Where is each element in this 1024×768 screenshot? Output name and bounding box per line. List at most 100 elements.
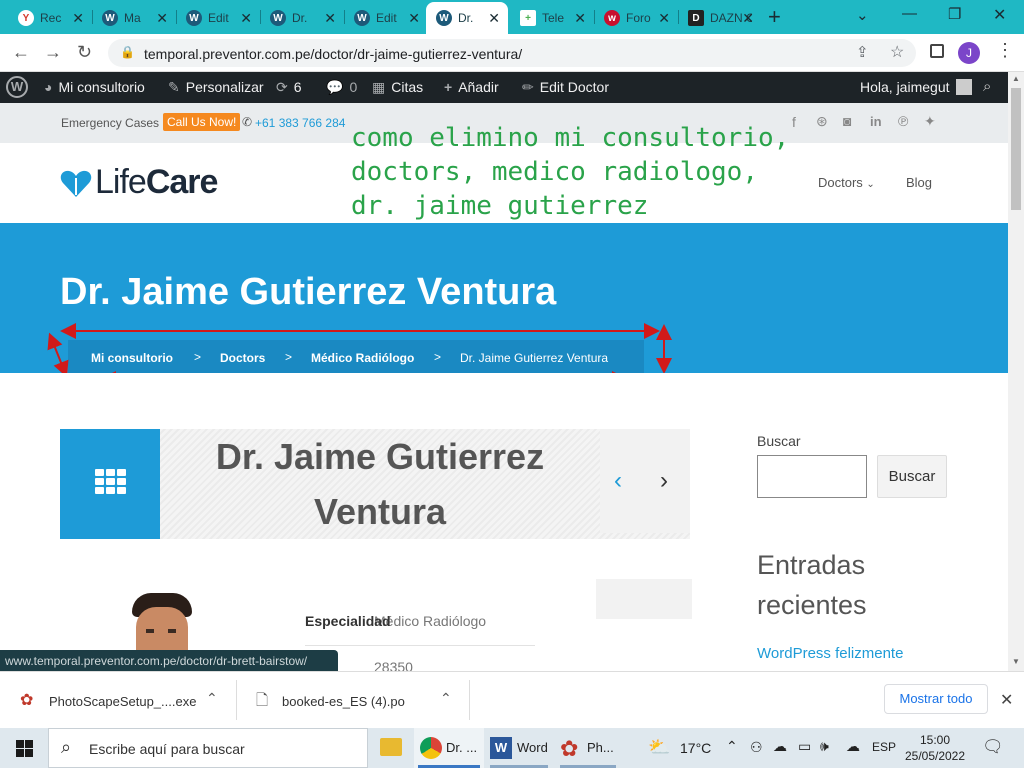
call-us-badge[interactable]: Call Us Now! [163, 113, 241, 131]
download-item-name[interactable]: PhotoScapeSetup_....exe [49, 694, 196, 709]
close-tab-icon[interactable]: ✕ [488, 10, 500, 27]
citas-link[interactable]: ▦ Citas [372, 79, 423, 96]
recent-post-link[interactable]: WordPress felizmente [757, 645, 903, 662]
language-indicator[interactable]: ESP [872, 740, 896, 754]
windows-start-icon[interactable] [16, 740, 33, 757]
divider [469, 680, 470, 720]
side-panel-icon[interactable] [930, 44, 944, 58]
restore-button[interactable]: ❐ [948, 5, 961, 23]
cloud-status-icon[interactable]: ☁ [846, 738, 860, 755]
close-tab-icon[interactable]: ✕ [240, 10, 252, 27]
tab-search-icon[interactable]: ⌄ [856, 6, 869, 24]
dribbble-icon[interactable]: ⊛ [816, 113, 828, 130]
browser-tab-active[interactable]: W Dr. ✕ [426, 2, 508, 34]
taskbar-search[interactable]: ⌕ Escribe aquí para buscar [48, 728, 368, 768]
nav-blog[interactable]: Blog [906, 175, 932, 190]
file-explorer-icon[interactable] [380, 738, 402, 756]
breadcrumb-item-home[interactable]: Mi consultorio [91, 351, 173, 365]
calendar-icon: ▦ [372, 79, 386, 95]
browser-tab[interactable]: W Ma ✕ [92, 2, 176, 34]
clock-time: 15:00 [919, 733, 951, 747]
instagram-icon[interactable]: ◙ [843, 113, 851, 129]
chevron-up-icon[interactable]: ⌃ [726, 738, 738, 755]
linkedin-icon[interactable]: in [870, 114, 882, 129]
close-tab-icon[interactable]: ✕ [72, 10, 84, 27]
download-item-name[interactable]: booked-es_ES (4).po [282, 694, 405, 709]
url-text[interactable]: temporal.preventor.com.pe/doctor/dr-jaim… [144, 46, 522, 62]
close-tab-icon[interactable]: ✕ [324, 10, 336, 27]
customize-link[interactable]: ✎ Personalizar [168, 79, 264, 96]
close-window-button[interactable]: ✕ [993, 5, 1006, 25]
bookmark-star-icon[interactable]: ☆ [890, 42, 904, 62]
close-downloads-icon[interactable]: ✕ [1000, 690, 1013, 710]
taskbar-photoscape[interactable]: ✿ Ph... [556, 728, 620, 768]
minimize-button[interactable]: — [902, 5, 917, 22]
back-icon[interactable]: ← [12, 42, 30, 63]
volume-icon[interactable]: 🕪 [820, 738, 829, 755]
add-new-link[interactable]: + Añadir [444, 79, 499, 95]
card-nav: ‹ › [600, 429, 690, 533]
next-arrow-icon[interactable]: › [660, 467, 668, 495]
close-tab-icon[interactable]: ✕ [658, 10, 670, 27]
phone-number[interactable]: +61 383 766 284 [255, 116, 345, 130]
tab-title: Ma [124, 11, 141, 25]
scroll-down-icon[interactable]: ▼ [1012, 657, 1020, 666]
browser-tab[interactable]: W Edit ✕ [176, 2, 260, 34]
people-icon[interactable]: ⚇ [750, 739, 763, 756]
new-tab-button[interactable]: + [768, 4, 781, 30]
menu-kebab-icon[interactable]: ⋮ [996, 40, 1014, 61]
search-input[interactable] [757, 455, 867, 498]
weather-temp[interactable]: 17°C [680, 740, 711, 756]
close-tab-icon[interactable]: ✕ [156, 10, 168, 27]
wordpress-logo-icon[interactable]: W [6, 76, 28, 98]
close-tab-icon[interactable]: ✕ [408, 10, 420, 27]
share-icon[interactable]: ⇪ [856, 43, 869, 61]
chevron-up-icon[interactable]: ⌃ [206, 690, 218, 707]
reload-icon[interactable]: ↻ [77, 42, 92, 63]
breadcrumb-item-doctors[interactable]: Doctors [220, 351, 265, 365]
browser-tab[interactable]: W Dr. ✕ [260, 2, 344, 34]
close-tab-icon[interactable]: ✕ [574, 10, 586, 27]
comments-link[interactable]: 💬 0 [326, 79, 357, 96]
nav-doctors[interactable]: Doctors ⌄ [818, 175, 875, 190]
account-menu[interactable]: Hola, jaimegut [860, 79, 972, 95]
onedrive-icon[interactable]: ☁ [773, 738, 787, 755]
prev-arrow-icon[interactable]: ‹ [614, 467, 622, 495]
site-logo[interactable]: LifeCare [95, 163, 218, 202]
chrome-icon [420, 737, 442, 759]
admin-site-link[interactable]: ◕ Mi consultorio [44, 79, 145, 95]
taskbar-word[interactable]: W Word [486, 728, 552, 768]
page-scrollbar[interactable]: ▲ ▼ [1008, 72, 1024, 671]
profile-avatar[interactable]: J [958, 42, 980, 64]
dazn-icon: D [688, 10, 704, 26]
edit-doctor-link[interactable]: ✏ Edit Doctor [522, 79, 609, 96]
browser-tab[interactable]: D DAZN C ✕ [678, 2, 762, 34]
pinterest-icon[interactable]: ℗ [898, 113, 908, 129]
search-button[interactable]: Buscar [877, 455, 947, 498]
breadcrumb-item-specialty[interactable]: Médico Radiólogo [311, 351, 414, 365]
admin-search-icon[interactable]: ⌕ [983, 78, 991, 95]
taskbar-chrome[interactable]: Dr. ... [414, 728, 484, 768]
scroll-up-icon[interactable]: ▲ [1012, 74, 1020, 83]
browser-tab[interactable]: w Foro ✕ [594, 2, 678, 34]
twitter-icon[interactable]: ✦ [924, 113, 936, 130]
close-tab-icon[interactable]: ✕ [742, 10, 754, 27]
page-title-banner: Dr. Jaime Gutierrez Ventura Mi consultor… [0, 223, 1008, 373]
facebook-icon[interactable]: f [792, 114, 796, 130]
grid-icon-box [60, 429, 160, 539]
browser-tab[interactable]: Y Rec ✕ [8, 2, 92, 34]
show-all-button[interactable]: Mostrar todo [884, 684, 988, 714]
annotation-line: dr. jaime gutierrez [351, 191, 649, 221]
browser-tab-strip: Y Rec ✕ W Ma ✕ W Edit ✕ W Dr. ✕ W Edit ✕… [0, 0, 1024, 34]
scroll-thumb[interactable] [1011, 88, 1021, 210]
tab-title: Rec [40, 11, 62, 25]
browser-tab[interactable]: W Edit ✕ [344, 2, 428, 34]
notifications-icon[interactable]: 🗨 [982, 737, 1004, 757]
network-icon[interactable]: ▭ [798, 738, 811, 755]
updates-link[interactable]: ⟳ 6 [276, 79, 302, 96]
forward-icon[interactable]: → [44, 42, 62, 63]
clock[interactable]: 15:00 25/05/2022 [902, 732, 968, 764]
address-bar[interactable]: 🔒 temporal.preventor.com.pe/doctor/dr-ja… [108, 39, 916, 67]
browser-tab[interactable]: + Tele ✕ [510, 2, 594, 34]
chevron-up-icon[interactable]: ⌃ [440, 690, 452, 707]
